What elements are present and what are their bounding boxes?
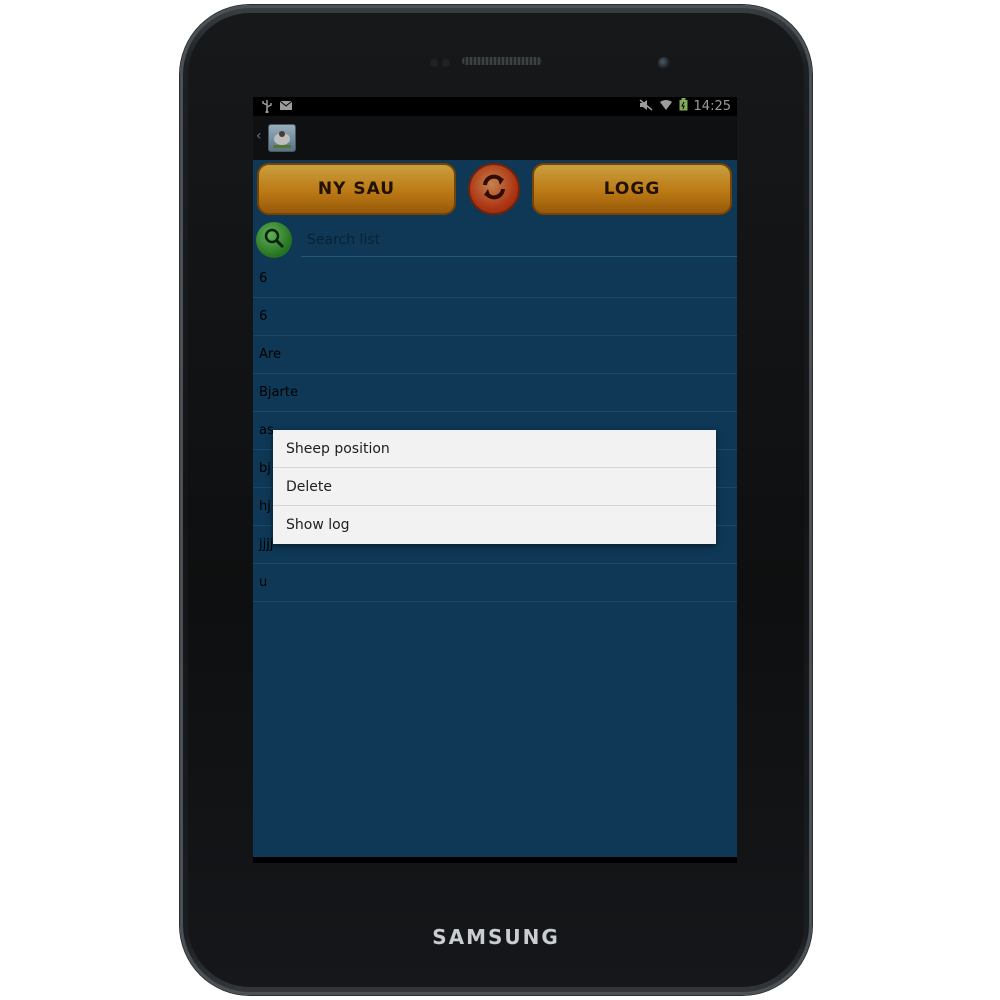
- menu-item-delete[interactable]: Delete: [273, 468, 716, 506]
- navigation-bar: [253, 857, 737, 863]
- earpiece-speaker: [462, 57, 542, 65]
- menu-item-sheep-position[interactable]: Sheep position: [273, 430, 716, 468]
- proximity-sensor: [430, 59, 438, 67]
- menu-item-show-log[interactable]: Show log: [273, 506, 716, 544]
- front-camera: [658, 57, 670, 69]
- context-menu: Sheep position Delete Show log: [273, 430, 716, 544]
- device-screen: 14:25 ‹ NY SAU LOGG Search list 6 6 Are …: [253, 97, 737, 863]
- brand-logo: SAMSUNG: [432, 925, 560, 949]
- light-sensor: [442, 59, 450, 67]
